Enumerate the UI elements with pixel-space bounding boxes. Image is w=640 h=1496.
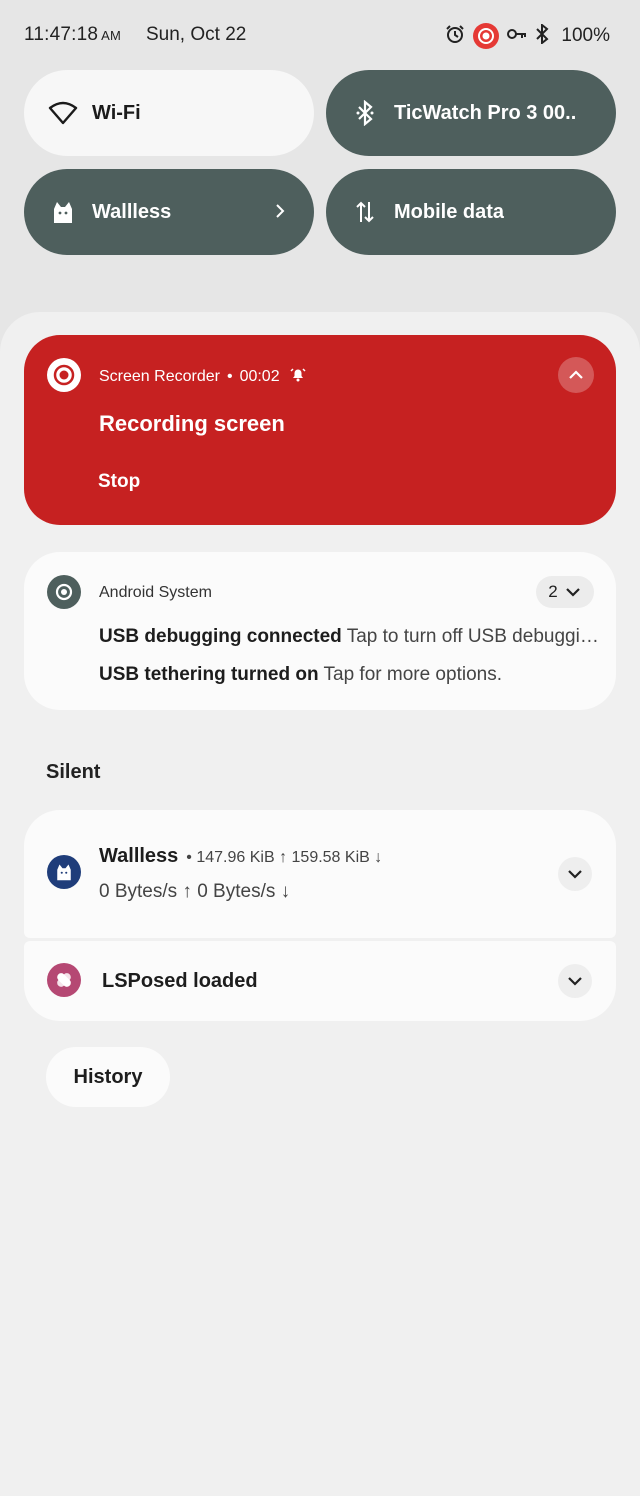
data-arrows-icon (350, 197, 380, 227)
status-time: 11:47:18 AM (24, 24, 122, 45)
usb-debugging-text: Tap to turn off USB debugging (346, 626, 599, 647)
wallless-cat-icon (47, 855, 81, 889)
wallless-expand-button[interactable] (558, 857, 592, 891)
cat-icon (48, 197, 78, 227)
status-ampm: AM (101, 28, 122, 43)
history-button[interactable]: History (46, 1047, 170, 1107)
usb-debugging-title: USB debugging connected (99, 626, 342, 647)
tile-wifi[interactable]: Wi-Fi (24, 70, 314, 156)
tile-bluetooth-label: TicWatch Pro 3 00.. (394, 101, 577, 124)
tile-wallless-label: Wallless (92, 200, 172, 223)
chevron-up-icon (569, 370, 583, 379)
chevron-right-icon (268, 199, 292, 223)
wifi-icon (48, 98, 78, 128)
collapse-button[interactable] (558, 357, 594, 393)
tile-wifi-label: Wi-Fi (92, 101, 141, 124)
status-date: Sun, Oct 22 (146, 24, 247, 45)
lsposed-notification[interactable]: LSPosed loaded (24, 941, 616, 1021)
silent-section-label: Silent (46, 761, 101, 783)
chevron-down-icon (565, 588, 580, 597)
screen-record-icon (473, 23, 500, 49)
lsposed-icon (47, 963, 81, 997)
screen-recorder-app-icon (47, 358, 81, 392)
lsposed-expand-button[interactable] (558, 964, 592, 998)
notification-count-button[interactable]: 2 (536, 576, 594, 608)
status-icons: 100% (445, 22, 610, 50)
wallless-title-row: Wallless • 147.96 KiB ↑ 159.58 KiB ↓ (99, 845, 382, 868)
chevron-down-icon (568, 977, 582, 986)
bluetooth-icon (350, 98, 380, 128)
alarm-icon (445, 24, 465, 49)
chevron-down-icon (568, 870, 582, 879)
status-bar: 11:47:18 AM Sun, Oct 22 100% (0, 0, 640, 70)
recorder-title: Recording screen (99, 411, 285, 436)
bluetooth-icon (535, 22, 549, 49)
tile-mobile-data[interactable]: Mobile data (326, 169, 616, 255)
separator-dot: • (226, 367, 233, 385)
usb-tethering-title: USB tethering turned on (99, 664, 319, 685)
recorder-app-name: Screen Recorder (99, 367, 220, 385)
android-system-app-name: Android System (99, 584, 212, 601)
wallless-traffic-totals: • 147.96 KiB ↑ 159.58 KiB ↓ (186, 849, 383, 866)
screen-recorder-notification[interactable]: Screen Recorder • 00:02 Recording screen… (24, 335, 616, 525)
android-system-icon (47, 575, 81, 609)
wallless-name: Wallless (99, 845, 179, 867)
notification-count: 2 (548, 582, 558, 601)
usb-tethering-line[interactable]: USB tethering turned on Tap for more opt… (99, 664, 599, 686)
vpn-key-icon (507, 27, 527, 46)
android-system-notification[interactable]: Android System 2 USB debugging connected… (24, 552, 616, 710)
tile-bluetooth[interactable]: TicWatch Pro 3 00.. (326, 70, 616, 156)
bell-alert-icon (290, 366, 306, 387)
recorder-elapsed: 00:02 (239, 367, 280, 385)
tile-wallless[interactable]: Wallless (24, 169, 314, 255)
recorder-header: Screen Recorder • 00:02 (99, 366, 306, 387)
usb-tethering-text: Tap for more options. (323, 664, 502, 685)
stop-button[interactable]: Stop (98, 471, 140, 493)
battery-percent: 100% (561, 25, 610, 46)
usb-debugging-line[interactable]: USB debugging connected Tap to turn off … (99, 626, 599, 648)
wallless-notification[interactable]: Wallless • 147.96 KiB ↑ 159.58 KiB ↓ 0 B… (24, 810, 616, 938)
wallless-speed: 0 Bytes/s ↑ 0 Bytes/s ↓ (99, 881, 291, 902)
tile-mobile-data-label: Mobile data (394, 200, 505, 223)
lsposed-title: LSPosed loaded (102, 970, 258, 992)
